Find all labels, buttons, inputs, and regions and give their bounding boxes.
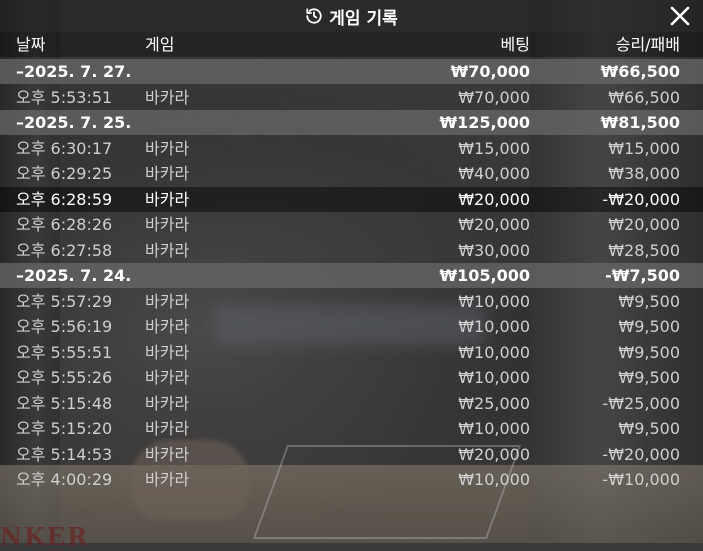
row-bet: ₩20,000	[458, 215, 530, 234]
history-row: 오후 4:00:29 바카라 ₩10,000 -₩10,000	[0, 467, 703, 492]
history-icon	[305, 7, 323, 25]
column-header-bet: 베팅	[500, 35, 530, 54]
row-game: 바카라	[145, 342, 190, 362]
panel-title: 게임 기록	[0, 0, 703, 32]
row-result: ₩66,500	[600, 62, 680, 81]
close-icon[interactable]	[669, 5, 691, 27]
history-row: 오후 6:29:25 바카라 ₩40,000 ₩38,000	[0, 161, 703, 186]
row-result: ₩66,500	[608, 87, 680, 107]
row-bet: ₩105,000	[439, 266, 530, 285]
panel-title-text: 게임 기록	[329, 8, 398, 29]
row-time: 오후 6:29:25	[16, 164, 113, 183]
date-group-row[interactable]: –2025. 7. 27. ₩70,000 ₩66,500	[0, 59, 703, 84]
row-result: -₩20,000	[602, 444, 680, 464]
row-game: 바카라	[145, 189, 190, 209]
row-game: 바카라	[145, 444, 190, 464]
row-time: 오후 5:55:51	[16, 342, 113, 362]
row-result: ₩15,000	[608, 138, 680, 158]
row-time: 오후 6:28:26	[16, 215, 113, 234]
row-bet: ₩70,000	[450, 62, 530, 81]
row-time: 오후 5:53:51	[16, 87, 113, 107]
row-game: 바카라	[145, 393, 190, 413]
row-result: ₩81,500	[600, 113, 680, 132]
row-bet: ₩10,000	[458, 368, 530, 387]
row-bet: ₩25,000	[458, 393, 530, 413]
column-header-game: 게임	[145, 35, 175, 54]
row-result: ₩38,000	[608, 164, 680, 183]
history-row: 오후 5:55:51 바카라 ₩10,000 ₩9,500	[0, 340, 703, 365]
row-bet: ₩20,000	[458, 444, 530, 464]
row-bet: ₩20,000	[458, 189, 530, 209]
row-bet: ₩10,000	[458, 291, 530, 311]
date-group-row[interactable]: –2025. 7. 25. ₩125,000 ₩81,500	[0, 110, 703, 135]
date-group-row[interactable]: –2025. 7. 24. ₩105,000 -₩7,500	[0, 263, 703, 288]
row-game: 바카라	[145, 470, 190, 489]
row-game: 바카라	[145, 164, 190, 183]
row-time: 오후 5:15:20	[16, 419, 113, 438]
row-bet: ₩70,000	[458, 87, 530, 107]
row-result: -₩20,000	[602, 189, 680, 209]
history-row: 오후 5:55:26 바카라 ₩10,000 ₩9,500	[0, 365, 703, 390]
column-header-date: 날짜	[16, 35, 46, 54]
row-bet: ₩10,000	[458, 342, 530, 362]
row-result: ₩9,500	[618, 317, 680, 336]
row-bet: ₩15,000	[458, 138, 530, 158]
row-result: ₩9,500	[618, 291, 680, 311]
row-result: ₩9,500	[618, 419, 680, 438]
row-time: 오후 6:27:58	[16, 240, 113, 260]
row-result: ₩20,000	[608, 215, 680, 234]
row-game: 바카라	[145, 317, 190, 336]
column-header-result: 승리/패배	[615, 35, 680, 54]
background-banker-text: NKER	[0, 522, 90, 551]
row-time: 오후 5:15:48	[16, 393, 113, 413]
row-bet: ₩10,000	[458, 317, 530, 336]
row-game: 바카라	[145, 291, 190, 311]
row-bet: ₩10,000	[458, 470, 530, 489]
row-time: 오후 6:28:59	[16, 189, 113, 209]
row-time: –2025. 7. 25.	[16, 113, 132, 132]
history-row: 오후 5:15:48 바카라 ₩25,000 -₩25,000	[0, 391, 703, 416]
row-result: ₩9,500	[618, 342, 680, 362]
row-bet: ₩40,000	[458, 164, 530, 183]
row-time: 오후 5:14:53	[16, 444, 113, 464]
history-row: 오후 5:14:53 바카라 ₩20,000 -₩20,000	[0, 442, 703, 467]
history-row: 오후 5:57:29 바카라 ₩10,000 ₩9,500	[0, 289, 703, 314]
column-header: 날짜 게임 베팅 승리/패배	[0, 32, 703, 57]
row-result: -₩10,000	[602, 470, 680, 489]
row-game: 바카라	[145, 419, 190, 438]
row-game: 바카라	[145, 215, 190, 234]
row-game: 바카라	[145, 138, 190, 158]
title-bar: 게임 기록	[0, 0, 703, 32]
row-time: 오후 5:55:26	[16, 368, 113, 387]
row-time: 오후 4:00:29	[16, 470, 113, 489]
history-row: 오후 6:28:26 바카라 ₩20,000 ₩20,000	[0, 212, 703, 237]
row-time: –2025. 7. 27.	[16, 62, 132, 81]
row-game: 바카라	[145, 240, 190, 260]
row-time: 오후 5:56:19	[16, 317, 113, 336]
history-row: 오후 6:27:58 바카라 ₩30,000 ₩28,500	[0, 238, 703, 263]
row-result: ₩28,500	[608, 240, 680, 260]
row-bet: ₩30,000	[458, 240, 530, 260]
row-game: 바카라	[145, 368, 190, 387]
row-bet: ₩125,000	[439, 113, 530, 132]
row-time: –2025. 7. 24.	[16, 266, 132, 285]
row-bet: ₩10,000	[458, 419, 530, 438]
row-result: ₩9,500	[618, 368, 680, 387]
history-row: 오후 5:53:51 바카라 ₩70,000 ₩66,500	[0, 85, 703, 110]
history-row: 오후 5:56:19 바카라 ₩10,000 ₩9,500	[0, 314, 703, 339]
row-time: 오후 5:57:29	[16, 291, 113, 311]
history-row: 오후 6:30:17 바카라 ₩15,000 ₩15,000	[0, 136, 703, 161]
history-row: 오후 6:28:59 바카라 ₩20,000 -₩20,000	[0, 186, 703, 212]
row-result: -₩7,500	[605, 266, 680, 285]
row-time: 오후 6:30:17	[16, 138, 113, 158]
row-game: 바카라	[145, 87, 190, 107]
row-result: -₩25,000	[602, 393, 680, 413]
history-row: 오후 5:15:20 바카라 ₩10,000 ₩9,500	[0, 416, 703, 441]
